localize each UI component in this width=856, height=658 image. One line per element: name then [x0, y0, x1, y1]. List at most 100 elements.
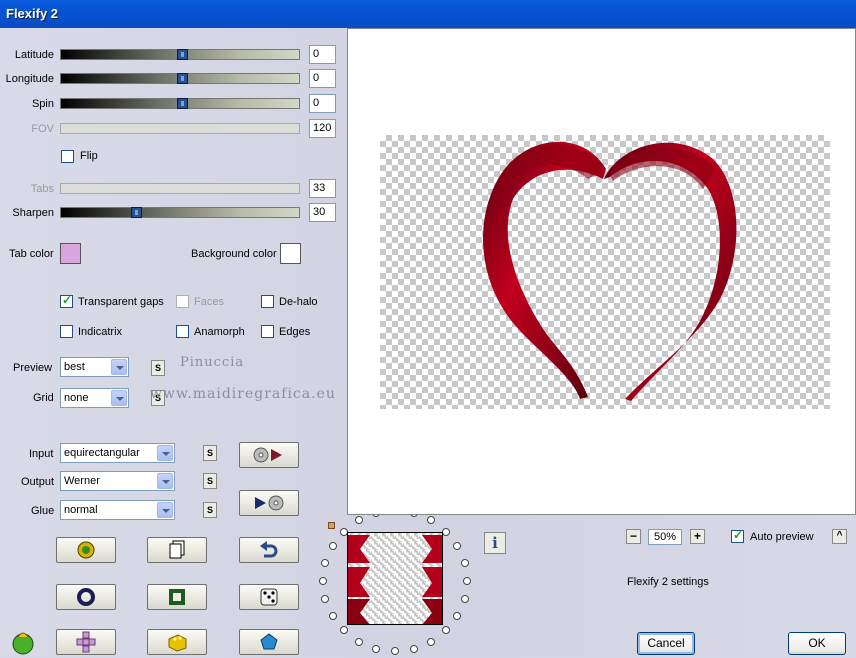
spin-slider-thumb[interactable] — [177, 98, 188, 109]
random-dice-button[interactable] — [239, 584, 299, 610]
watermark-line1: Pinuccia — [180, 355, 245, 370]
navigator-dot[interactable] — [441, 527, 450, 536]
background-color-swatch[interactable] — [280, 243, 301, 264]
navigator-dot[interactable] — [453, 542, 462, 550]
fov-slider[interactable] — [60, 123, 300, 134]
collapse-button[interactable]: ^ — [832, 529, 847, 544]
window-title: Flexify 2 — [6, 6, 59, 21]
output-s-button[interactable]: S — [203, 473, 217, 489]
latitude-slider[interactable] — [60, 49, 300, 60]
transparent-gaps-checkbox[interactable] — [60, 293, 73, 308]
navigator-dot[interactable] — [463, 577, 471, 585]
grid-select[interactable]: none — [60, 388, 129, 408]
edges-checkbox[interactable] — [261, 325, 274, 338]
play-to-disc-icon — [255, 495, 284, 511]
navigator-dot[interactable] — [328, 612, 337, 620]
navigator-dot[interactable] — [460, 595, 469, 604]
anamorph-label: Anamorph — [194, 326, 245, 338]
output-value: Werner — [64, 475, 100, 487]
longitude-slider-thumb[interactable] — [177, 73, 188, 84]
faces-checkbox[interactable] — [176, 295, 189, 308]
ring-icon — [77, 588, 95, 606]
title-bar: Flexify 2 — [0, 0, 856, 28]
dice-icon — [260, 588, 278, 606]
input-s-button[interactable]: S — [203, 445, 217, 461]
tabs-label: Tabs — [30, 183, 54, 195]
zoom-level: 50% — [648, 529, 682, 545]
de-halo-checkbox[interactable] — [261, 295, 274, 308]
preview-s-button[interactable]: S — [151, 360, 165, 376]
navigator-map-icon — [348, 535, 442, 624]
navigator-dot[interactable] — [340, 626, 349, 635]
undo-arrow-icon — [260, 541, 278, 558]
latitude-slider-thumb[interactable] — [177, 49, 188, 60]
yellow-block-icon — [168, 634, 187, 652]
navigator-dot[interactable] — [372, 644, 381, 653]
cube-net-icon — [76, 631, 96, 653]
navigator-dot[interactable] — [355, 516, 363, 525]
save-output-button[interactable] — [239, 490, 299, 516]
ok-button[interactable]: OK — [788, 632, 846, 655]
settings-label: Flexify 2 settings — [627, 576, 709, 588]
info-button[interactable]: i — [484, 532, 506, 554]
cube-button[interactable] — [147, 629, 207, 655]
disc-to-play-icon — [253, 447, 282, 463]
navigator-handle[interactable] — [328, 522, 335, 529]
fov-value-field[interactable]: 120 — [309, 119, 336, 138]
undo-button[interactable] — [239, 537, 299, 563]
input-select[interactable]: equirectangular — [60, 443, 175, 463]
longitude-value-field[interactable]: 0 — [309, 69, 336, 88]
auto-preview-checkbox[interactable] — [731, 528, 744, 543]
indicatrix-checkbox[interactable] — [60, 325, 73, 338]
navigator-dot[interactable] — [355, 637, 363, 646]
navigator-thumbnail[interactable] — [347, 532, 443, 625]
longitude-label: Longitude — [5, 73, 54, 85]
preview-canvas[interactable] — [347, 28, 856, 515]
sphere-button[interactable] — [56, 584, 116, 610]
anamorph-checkbox[interactable] — [176, 325, 189, 338]
navigator-dot[interactable] — [453, 612, 462, 620]
fov-label: FOV — [31, 123, 54, 135]
pentagon-icon — [260, 633, 278, 650]
chevron-down-icon — [111, 390, 127, 406]
navigator-dot[interactable] — [427, 637, 435, 646]
navigator-dot[interactable] — [328, 542, 337, 550]
flip-checkbox[interactable] — [61, 150, 74, 163]
navigator-dot[interactable] — [460, 558, 469, 567]
spin-value-field[interactable]: 0 — [309, 94, 336, 113]
preview-quality-select[interactable]: best — [60, 357, 129, 377]
document-copy-icon — [169, 540, 185, 559]
longitude-slider[interactable] — [60, 73, 300, 84]
sharpen-value-field[interactable]: 30 — [309, 203, 336, 222]
square-button[interactable] — [147, 584, 207, 610]
output-select[interactable]: Werner — [60, 471, 175, 491]
spin-slider[interactable] — [60, 98, 300, 109]
zoom-out-button[interactable]: − — [626, 529, 641, 544]
sharpen-slider-thumb[interactable] — [131, 207, 142, 218]
randomize-all-button[interactable] — [56, 537, 116, 563]
latitude-value-field[interactable]: 0 — [309, 45, 336, 64]
sharpen-slider[interactable] — [60, 207, 300, 218]
glue-select[interactable]: normal — [60, 500, 175, 520]
zoom-in-button[interactable]: + — [690, 529, 705, 544]
navigator-dot[interactable] — [319, 577, 327, 585]
navigator-dot[interactable] — [321, 558, 330, 567]
edges-label: Edges — [279, 326, 311, 338]
navigator-dot[interactable] — [391, 647, 399, 655]
load-input-button[interactable] — [239, 442, 299, 468]
heart-preview-image — [483, 141, 737, 402]
navigator-dot[interactable] — [441, 626, 450, 635]
navigator-dot[interactable] — [427, 516, 435, 525]
cross-layout-button[interactable] — [56, 629, 116, 655]
tabs-slider[interactable] — [60, 183, 300, 194]
auto-preview-label: Auto preview — [750, 531, 814, 543]
gear-globe-icon — [77, 541, 95, 559]
copy-button[interactable] — [147, 537, 207, 563]
glue-s-button[interactable]: S — [203, 502, 217, 518]
navigator-dot[interactable] — [409, 644, 418, 653]
tab-color-swatch[interactable] — [60, 243, 81, 264]
pentagon-button[interactable] — [239, 629, 299, 655]
cancel-button[interactable]: Cancel — [637, 632, 695, 655]
tabs-value-field[interactable]: 33 — [309, 179, 336, 198]
navigator-dot[interactable] — [321, 595, 330, 604]
